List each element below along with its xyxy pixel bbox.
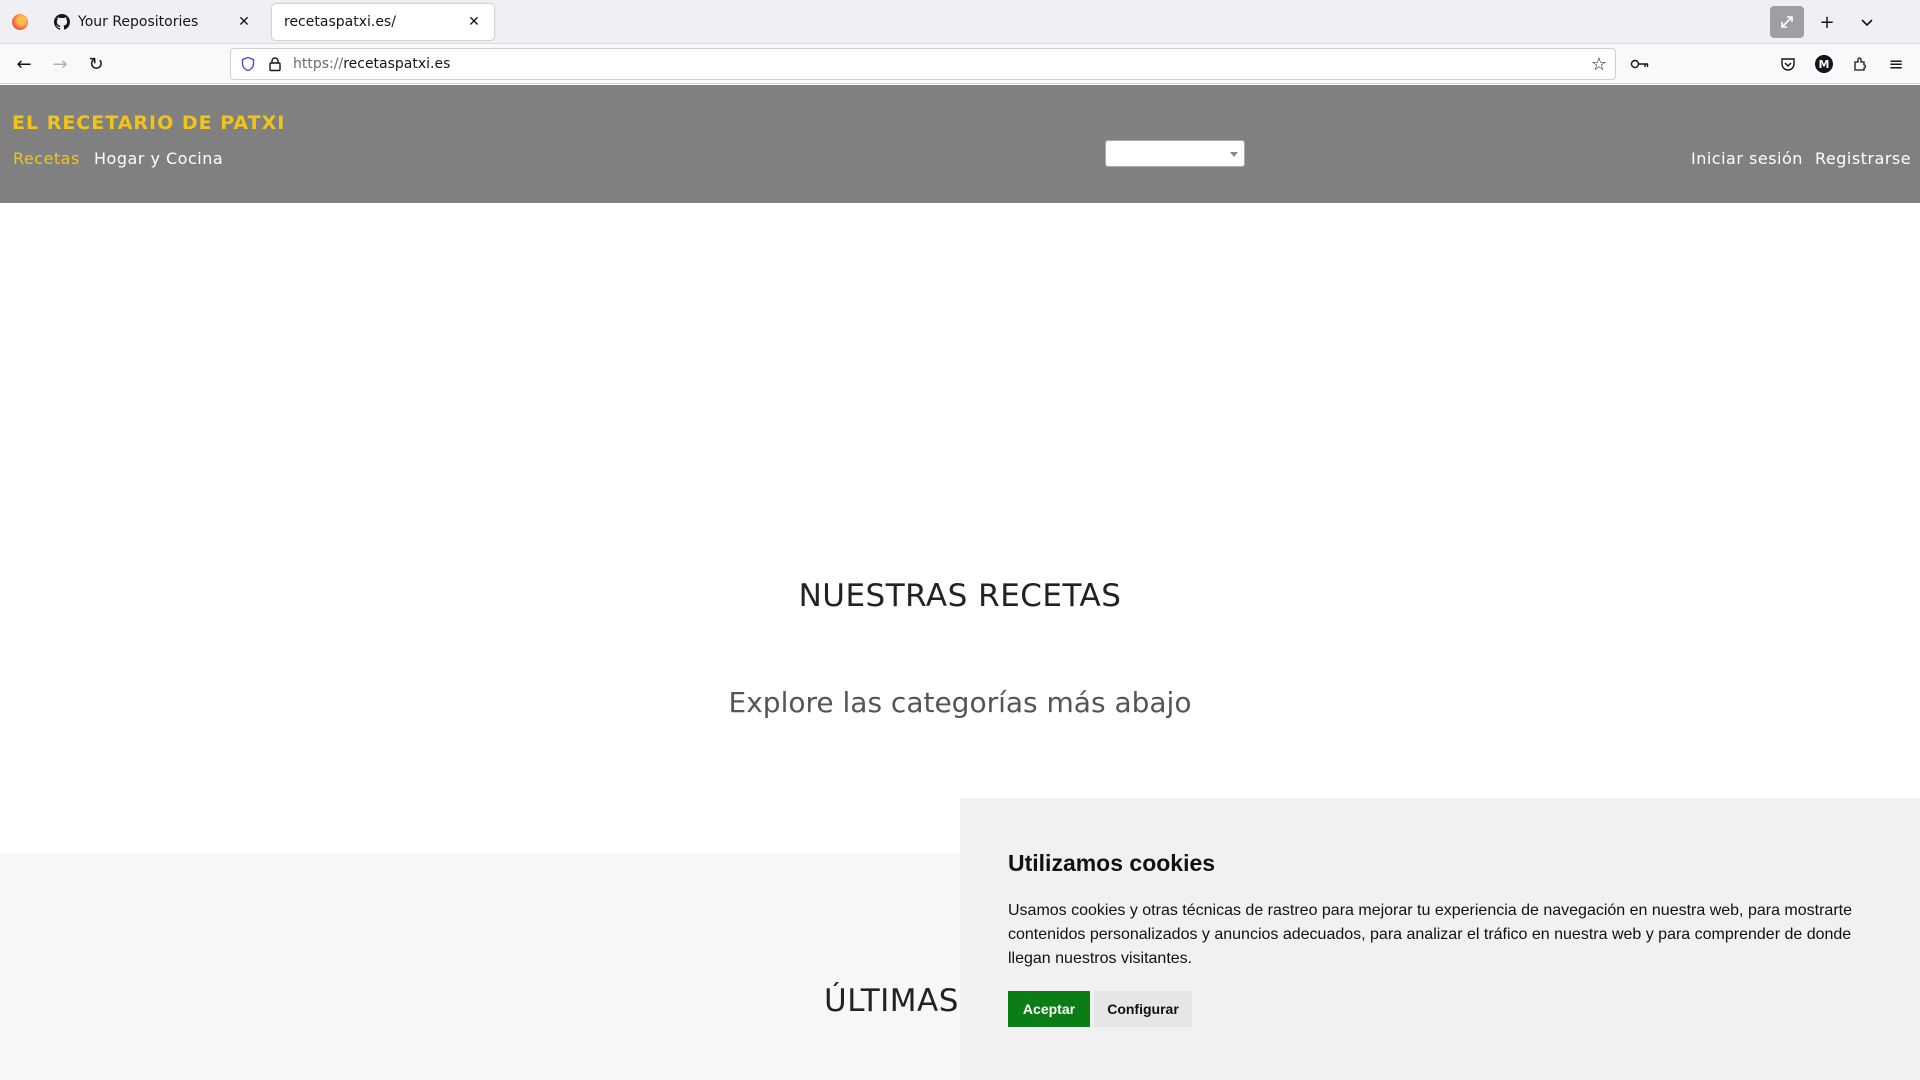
extensions-icon[interactable] (1844, 48, 1876, 80)
tracking-shield-icon[interactable] (240, 56, 256, 72)
cookie-title: Utilizamos cookies (1008, 850, 1216, 876)
tab-list-chevron-icon[interactable] (1850, 6, 1884, 38)
configure-cookies-button[interactable]: Configurar (1094, 991, 1192, 1027)
cookie-banner: Utilizamos cookies Usamos cookies y otra… (960, 798, 1920, 1080)
cookie-text: Usamos cookies y otras técnicas de rastr… (1008, 902, 1852, 967)
tab-title: Your Repositories (78, 14, 199, 30)
browser-nav-bar: ← → ↻ https://recetaspatxi.es ☆ M ≡ (0, 44, 1920, 84)
close-icon[interactable]: ✕ (466, 14, 482, 30)
back-icon[interactable]: ← (8, 48, 40, 80)
chevron-down-icon (1230, 152, 1238, 157)
accept-cookies-button[interactable]: Aceptar (1008, 991, 1090, 1027)
lock-icon[interactable] (267, 56, 283, 72)
fullscreen-icon[interactable] (1770, 6, 1804, 38)
bookmark-star-icon[interactable]: ☆ (1591, 54, 1607, 75)
forward-icon[interactable]: → (44, 48, 76, 80)
site-brand[interactable]: EL RECETARIO DE PATXI (12, 112, 285, 134)
language-select[interactable] (1105, 140, 1245, 167)
menu-icon[interactable]: ≡ (1880, 48, 1912, 80)
site-header: EL RECETARIO DE PATXI Recetas Hogar y Co… (0, 85, 1920, 203)
key-icon[interactable] (1624, 48, 1656, 80)
nav-link-hogar-y-cocina[interactable]: Hogar y Cocina (94, 149, 223, 168)
register-link[interactable]: Registrarse (1815, 149, 1911, 168)
pocket-icon[interactable] (1772, 48, 1804, 80)
new-tab-icon[interactable]: + (1810, 6, 1844, 38)
page-title: NUESTRAS RECETAS (798, 578, 1122, 614)
tab-recetaspatxi[interactable]: recetaspatxi.es/ ✕ (272, 4, 494, 40)
account-icon[interactable]: M (1808, 48, 1840, 80)
browser-tab-strip: Your Repositories ✕ recetaspatxi.es/ ✕ + (0, 0, 1920, 44)
url-bar[interactable]: https://recetaspatxi.es ☆ (230, 48, 1616, 80)
reload-icon[interactable]: ↻ (80, 48, 112, 80)
tab-title: recetaspatxi.es/ (284, 14, 396, 30)
firefox-icon[interactable] (12, 14, 28, 30)
latest-title: ÚLTIMAS (824, 983, 959, 1019)
url-text[interactable]: https://recetaspatxi.es (293, 56, 450, 72)
nav-link-recetas[interactable]: Recetas (13, 149, 80, 168)
login-link[interactable]: Iniciar sesión (1691, 149, 1803, 168)
tab-your-repositories[interactable]: Your Repositories ✕ (42, 4, 264, 40)
close-icon[interactable]: ✕ (236, 14, 252, 30)
page-subtitle: Explore las categorías más abajo (728, 686, 1192, 719)
github-icon (54, 14, 71, 30)
